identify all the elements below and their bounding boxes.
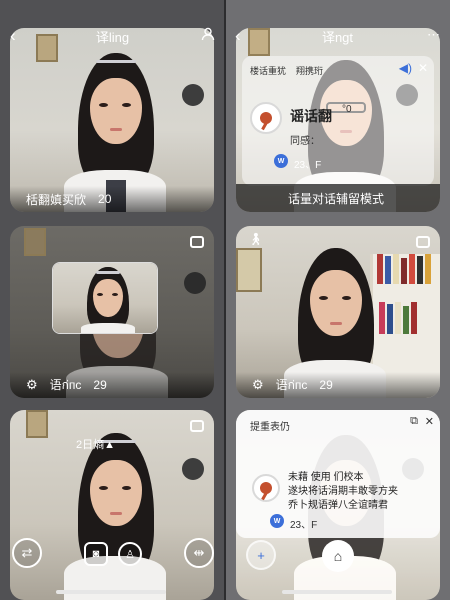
- person-badge-icon[interactable]: ♙: [118, 542, 142, 566]
- app-logo: [252, 474, 280, 502]
- panel-header: 提重表仍: [250, 422, 290, 433]
- wall-clock: [182, 458, 204, 480]
- home-indicator: [282, 590, 392, 594]
- panel-name: 谣话翻: [290, 108, 332, 124]
- camera-switch-icon[interactable]: [416, 236, 430, 248]
- wall-clock: [184, 272, 206, 294]
- badge-icon: W: [274, 154, 288, 168]
- camera-switch-icon[interactable]: [190, 420, 204, 432]
- more-icon[interactable]: ⋯: [427, 27, 440, 43]
- panel-count: 23、F: [294, 160, 322, 171]
- overlay-text: 2日熵▲: [76, 439, 116, 451]
- panel-header-right: 翔携珩: [296, 66, 324, 76]
- left-top-card[interactable]: 栝翻嫃买欣 20: [10, 28, 214, 212]
- robot-icon[interactable]: ◙: [84, 542, 108, 566]
- swap-icon[interactable]: ⇄: [12, 538, 42, 568]
- add-icon[interactable]: +: [246, 540, 276, 570]
- split-icon[interactable]: ⇹: [184, 538, 214, 568]
- left-header: ‹ 译ling: [0, 18, 225, 54]
- home-indicator: [56, 590, 166, 594]
- panel-line-1: 未藉 使用 们校本: [288, 472, 364, 483]
- wall-picture: [26, 410, 48, 438]
- panel-subtext: 同感：: [290, 136, 320, 147]
- panel-line-3: 乔卜规语弹八全谊晴君: [288, 500, 388, 511]
- wall-clock: [182, 84, 204, 106]
- caption-value: 29: [319, 378, 333, 392]
- camera-switch-icon[interactable]: [190, 236, 204, 248]
- caption-text: 语ก่пс: [275, 377, 308, 392]
- panel-line-2: 遂块将话涓期丰敢零方夹: [288, 486, 398, 497]
- caption-bar: ⚙ 语ก่пс 29: [236, 372, 440, 398]
- back-icon[interactable]: ‹: [10, 26, 16, 46]
- home-icon[interactable]: ⌂: [322, 540, 354, 572]
- caption-text: 栝翻嫃买欣: [26, 192, 87, 207]
- caption-value: 29: [93, 378, 107, 392]
- close-icon[interactable]: ✕: [418, 61, 428, 75]
- right-bottom-card[interactable]: 提重表仍 ⧉ ✕ 未藉 使用 们校本 遂块将话涓期丰敢零方夹 乔卜规语弹八全谊晴…: [236, 410, 440, 600]
- gear-icon[interactable]: ⚙: [252, 377, 264, 393]
- info-panel: 提重表仍 ⧉ ✕ 未藉 使用 们校本 遂块将话涓期丰敢零方夹 乔卜规语弹八全谊晴…: [236, 410, 440, 538]
- camera-feed: [10, 28, 214, 212]
- close-icon[interactable]: ✕: [425, 415, 434, 428]
- left-middle-card[interactable]: ⚙ 语ก่пс 29: [10, 226, 214, 398]
- header-title: 译ngt: [321, 29, 354, 45]
- panel-name-suffix: °0: [342, 104, 352, 115]
- pip-preview[interactable]: [52, 262, 158, 334]
- panel-count: 23、F: [290, 520, 318, 531]
- pip-person: [81, 265, 135, 333]
- badge-icon: W: [270, 514, 284, 528]
- header-title: 译ling: [95, 29, 130, 45]
- walk-icon[interactable]: 🚶︎: [248, 232, 263, 246]
- gear-icon[interactable]: ⚙: [26, 377, 38, 393]
- caption-value: 20: [98, 192, 112, 206]
- caption-bar: ⚙ 语ก่пс 29: [10, 372, 214, 398]
- person: [60, 428, 170, 600]
- mode-bar[interactable]: 话量对话辅留模式: [236, 184, 440, 212]
- left-bottom-card[interactable]: 2日熵▲ ⇄ ◙ ♙ ⇹: [10, 410, 214, 600]
- column-divider: [224, 0, 226, 600]
- app-logo: [250, 102, 282, 134]
- translation-panel: 楼话重犹 翔携珩 ◀) ✕ 谣话翻 °0 同感： W 23、F: [242, 56, 434, 186]
- person-icon[interactable]: [201, 27, 215, 44]
- caption-bar: 栝翻嫃买欣 20: [10, 186, 214, 212]
- right-middle-card[interactable]: 🚶︎ ⚙ 语ก่пс 29: [236, 226, 440, 398]
- panel-header-left: 楼话重犹: [250, 66, 287, 76]
- right-top-card[interactable]: 楼话重犹 翔携珩 ◀) ✕ 谣话翻 °0 同感： W 23、F 话量对话辅留模式: [236, 28, 440, 212]
- speaker-icon[interactable]: ◀): [399, 61, 412, 75]
- wall-poster: [236, 248, 262, 292]
- caption-text: 语ก่пс: [49, 377, 82, 392]
- wall-picture: [24, 228, 46, 256]
- copy-icon[interactable]: ⧉: [410, 415, 418, 428]
- mode-text: 话量对话辅留模式: [288, 191, 385, 206]
- back-icon[interactable]: ‹: [235, 26, 241, 46]
- right-header: ‹ 译ngt ⋯: [225, 18, 450, 54]
